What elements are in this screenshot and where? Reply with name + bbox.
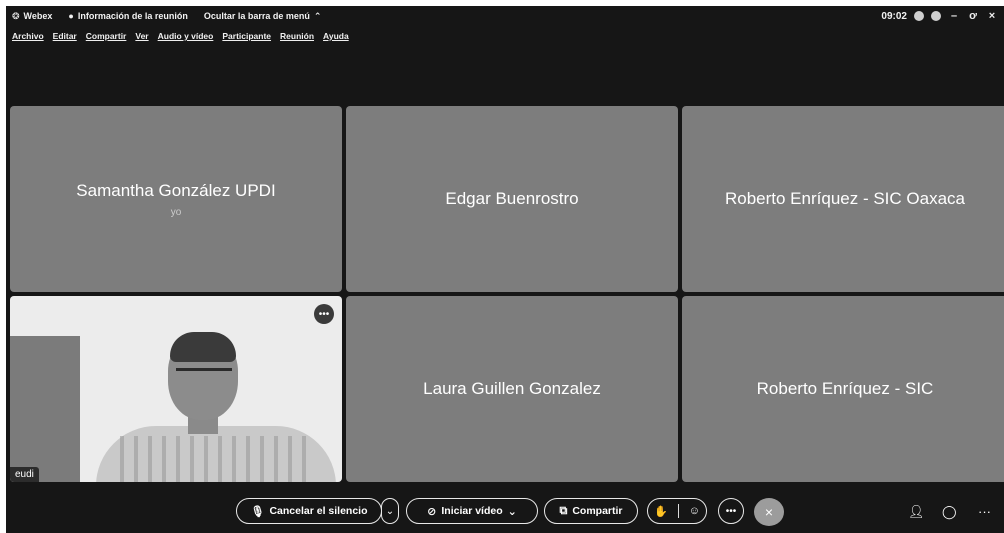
emoji-icon[interactable]: ☺ [689,505,700,517]
notification-icon[interactable] [931,11,941,21]
meeting-controls: 🎙︎ Cancelar el silencio ⌄ ⊘ Iniciar víde… [6,494,1004,528]
chevron-down-icon: ⌄ [507,505,517,518]
close-button[interactable]: × [986,10,998,22]
self-label: yo [170,206,182,218]
participant-name: Samantha González UPDI [76,180,276,200]
participant-tile[interactable]: Samantha González UPDI yo [10,106,342,292]
reactions-group: ✋ ☺ [647,498,707,524]
menu-compartir[interactable]: Compartir [86,31,127,41]
app-name: ❂ Webex [12,10,53,22]
share-screen-icon: ⧉ [559,504,568,517]
participant-tile[interactable]: Roberto Enríquez - SIC [682,296,1004,482]
status-icon[interactable] [914,11,924,21]
video-person-hair [170,332,236,362]
clock: 09:02 [881,10,907,22]
video-person-glasses [176,368,232,380]
menu-archivo[interactable]: Archivo [12,31,44,41]
participant-video-tile[interactable]: ••• eudi [10,296,342,482]
hide-menu-bar-button[interactable]: Ocultar la barra de menú ⌃ [204,11,322,22]
video-grid: Samantha González UPDI yo Edgar Buenrost… [10,106,1004,482]
menu-bar: Archivo Editar Compartir Ver Audio y víd… [6,28,349,44]
raise-hand-icon[interactable]: ✋ [654,505,668,518]
audio-options-chevron[interactable]: ⌄ [381,498,399,524]
participant-tile[interactable]: Roberto Enríquez - SIC Oaxaca [682,106,1004,292]
unmute-button[interactable]: 🎙︎ Cancelar el silencio [236,498,382,524]
start-video-button[interactable]: ⊘ Iniciar vídeo ⌄ [406,498,538,524]
webex-window: ❂ Webex ● Información de la reunión Ocul… [6,6,1004,533]
tile-more-options-button[interactable]: ••• [314,304,334,324]
video-door [10,336,80,482]
video-shirt-pattern [120,436,310,482]
participant-tile[interactable]: Laura Guillen Gonzalez [346,296,678,482]
participant-name: eudi [10,467,39,482]
menu-ver[interactable]: Ver [135,31,148,41]
chat-icon[interactable]: ◯ [942,504,957,520]
menu-reunion[interactable]: Reunión [280,31,314,41]
chevron-up-icon: ⌃ [313,10,322,21]
info-icon: ● [68,11,74,21]
webex-logo-icon: ❂ [12,10,20,21]
menu-ayuda[interactable]: Ayuda [323,31,349,41]
participant-name: Roberto Enríquez - SIC Oaxaca [724,189,965,208]
video-off-icon: ⊘ [427,505,437,518]
menu-participante[interactable]: Participante [222,31,271,41]
end-meeting-button[interactable]: × [754,498,784,526]
more-options-button[interactable]: ••• [718,498,744,524]
meeting-info-button[interactable]: ● Información de la reunión [68,11,187,21]
maximize-button[interactable]: ơ [967,10,979,22]
participant-name: Roberto Enríquez - SIC [756,379,934,398]
participant-name: Laura Guillen Gonzalez [423,379,601,398]
microphone-muted-icon: 🎙︎ [250,505,265,518]
menu-editar[interactable]: Editar [53,31,77,41]
participant-tile[interactable]: Edgar Buenrostro [346,106,678,292]
title-bar: ❂ Webex ● Información de la reunión Ocul… [6,6,1004,26]
participant-name: Edgar Buenrostro [445,189,579,208]
panel-more-button[interactable]: ··· [978,504,991,519]
menu-audio-video[interactable]: Audio y vídeo [158,31,214,41]
minimize-button[interactable]: – [948,10,960,22]
divider [677,504,679,518]
chevron-down-icon: ⌄ [385,505,395,517]
participants-icon[interactable]: 👤︎ [908,504,925,520]
share-button[interactable]: ⧉ Compartir [544,498,638,524]
